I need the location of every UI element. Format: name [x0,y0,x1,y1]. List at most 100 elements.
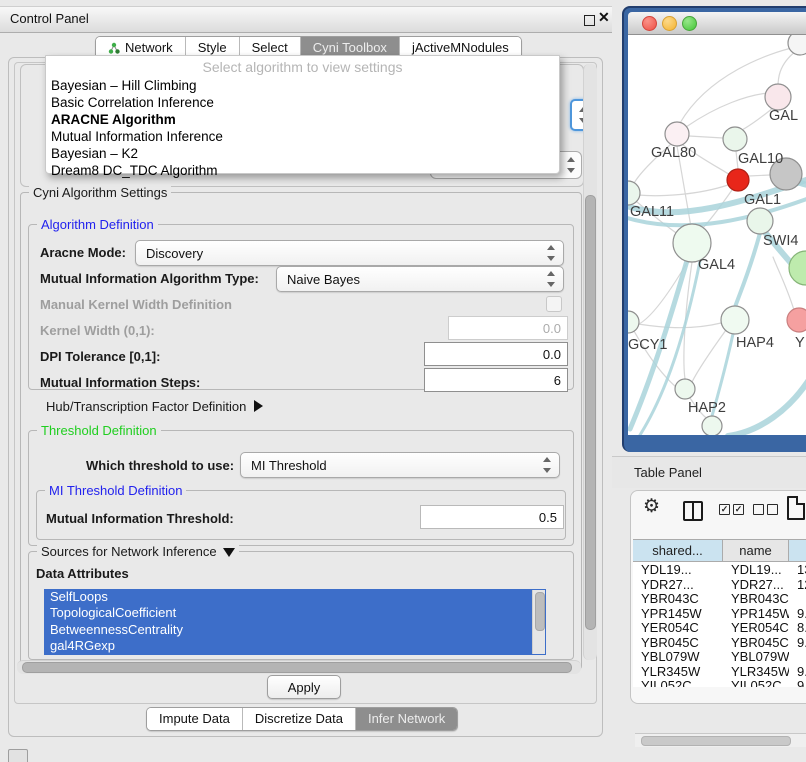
network-canvas[interactable]: GALGAL80GAL10GAL1GAL11SWI4GAL4GCY1HAP4YH… [628,35,806,435]
algorithm-option-aracne-algorithm[interactable]: ARACNE Algorithm [51,112,176,127]
manual-kernel-label: Manual Kernel Width Definition [40,297,232,312]
bottom-tab-infer-network[interactable]: Infer Network [355,708,457,730]
attribute-item-topologicalcoefficient[interactable]: TopologicalCoefficient [44,605,546,621]
algorithm-option-bayesian-k2[interactable]: Bayesian – K2 [51,146,138,161]
scrollbar-thumb[interactable] [585,195,596,630]
table-cell: 9. [789,606,806,621]
sources-title[interactable]: Sources for Network Inference [37,544,239,559]
node-label-gal11: GAL11 [630,204,674,220]
disclosure-expanded-icon[interactable] [223,548,235,557]
stepper-icon [547,245,555,261]
node-swi4[interactable] [747,208,773,234]
float-window-icon[interactable] [584,15,595,26]
table-row[interactable]: YDL19...YDL19...13 [633,562,806,577]
close-traffic-light-icon[interactable] [642,16,657,31]
table-cell: YPR145W [633,606,723,621]
bottom-tab-discretize-data[interactable]: Discretize Data [242,708,355,730]
table-row[interactable]: YBR045CYBR045C9. [633,635,806,650]
table-row[interactable]: YPR145WYPR145W9. [633,606,806,621]
attribute-item-selfloops[interactable]: SelfLoops [44,589,546,605]
algorithm-option-dream8-dc-tdc-algorithm[interactable]: Dream8 DC_TDC Algorithm [51,163,218,178]
algorithm-option-mutual-information-inference[interactable]: Mutual Information Inference [51,129,223,144]
control-panel-titlebar: Control Panel ✕ [0,6,612,33]
table-row[interactable]: YLR345WYLR345W9. [633,664,806,679]
table-cell: YER054C [633,620,723,635]
network-view-window: GALGAL80GAL10GAL1GAL11SWI4GAL4GCY1HAP4YH… [622,6,806,452]
algorithm-option-basic-correlation-inference[interactable]: Basic Correlation Inference [51,95,214,110]
node-gcy1[interactable] [628,311,639,333]
node-label-gal4: GAL4 [698,257,735,273]
node-hap2[interactable] [675,379,695,399]
app-root: Control Panel ✕ NetworkStyleSelectCyni T… [0,0,806,762]
aracne-mode-combobox[interactable]: Discovery [135,240,564,266]
table-row[interactable]: YDR27...YDR27...12 [633,577,806,592]
data-attributes-list[interactable]: SelfLoopsTopologicalCoefficientBetweenne… [44,589,546,655]
minimized-panel-icon[interactable] [8,749,28,762]
table-row[interactable]: YBR043CYBR043C [633,591,806,606]
table-row[interactable]: YER054CYER054C8. [633,620,806,635]
hub-definition-disclosure[interactable]: Hub/Transcription Factor Definition [46,399,263,414]
select-all-checkboxes-icon[interactable]: ✓✓ [719,504,744,515]
attributes-scrollbar[interactable] [532,590,545,654]
node-hap4[interactable] [721,306,749,334]
which-threshold-combobox[interactable]: MI Threshold [240,452,560,478]
table-cell: YER054C [723,620,789,635]
gear-icon[interactable]: ⚙ [643,495,660,518]
node-gal11[interactable] [628,181,640,205]
attribute-item-gal4rgexp[interactable]: gal4RGexp [44,638,546,654]
node-node-top-partial[interactable] [788,35,806,55]
edge-teal [735,233,760,307]
table-horizontal-scrollbar[interactable] [635,733,806,747]
column-header-shared-[interactable]: shared... [633,540,723,561]
network-window-titlebar[interactable] [628,12,806,35]
attribute-item-betweennesscentrality[interactable]: BetweennessCentrality [44,622,546,638]
scrollbar-thumb[interactable] [22,662,572,673]
node-salmon-node[interactable] [787,308,806,332]
scrollbar-thumb[interactable] [535,592,545,631]
stepper-icon [547,271,555,287]
mi-steps-field[interactable]: 6 [424,368,568,392]
tab-label: Infer Network [368,711,445,726]
table-cell: 8. [789,620,806,635]
node-gal10[interactable] [723,127,747,151]
edge-gray [778,51,796,87]
dpi-tolerance-field[interactable]: 0.0 [424,342,568,366]
bottom-tab-impute-data[interactable]: Impute Data [147,708,242,730]
table-cell: 9. [789,678,806,687]
table-cell: 9. [789,635,806,650]
node-gal1[interactable] [727,169,749,191]
zoom-traffic-light-icon[interactable] [682,16,697,31]
manual-kernel-checkbox[interactable] [546,296,562,312]
node-green-right[interactable] [789,251,806,285]
node-gal-top[interactable] [765,84,791,110]
table-cell: 13 [789,562,806,577]
clear-checkboxes-icon[interactable] [753,504,778,515]
kernel-width-field[interactable]: 0.0 [448,316,568,340]
table-rows: YDL19...YDL19...13YDR27...YDR27...12YBR0… [633,562,806,687]
new-table-icon[interactable] [787,496,805,520]
table-cell: YLR345W [723,664,789,679]
column-header-partial[interactable] [789,540,806,561]
apply-button[interactable]: Apply [267,675,341,699]
node-label-gal80: GAL80 [651,145,696,161]
close-icon[interactable]: ✕ [598,9,610,26]
mi-threshold-field[interactable]: 0.5 [420,505,564,529]
scrollbar-thumb[interactable] [641,736,791,746]
table-row[interactable]: YIL052CYIL052C9. [633,678,806,687]
node-node-bottom-partial[interactable] [702,416,722,435]
table-cell: YDR27... [723,577,789,592]
which-threshold-label: Which threshold to use: [86,458,234,473]
minimize-traffic-light-icon[interactable] [662,16,677,31]
mi-type-combobox[interactable]: Naive Bayes [276,266,564,292]
algorithm-option-bayesian-hill-climbing[interactable]: Bayesian – Hill Climbing [51,78,197,93]
node-label-swi4: SWI4 [763,233,798,249]
disclosure-collapsed-icon[interactable] [254,400,263,412]
node-table: shared...name YDL19...YDL19...13YDR27...… [633,539,806,687]
split-columns-icon[interactable] [683,501,703,521]
column-header-name[interactable]: name [723,540,789,561]
table-row[interactable]: YBL079WYBL079W [633,649,806,664]
network-icon [108,42,120,54]
table-panel-title: Table Panel [634,465,702,480]
threshold-definition-title: Threshold Definition [37,423,161,438]
node-gal80[interactable] [665,122,689,146]
